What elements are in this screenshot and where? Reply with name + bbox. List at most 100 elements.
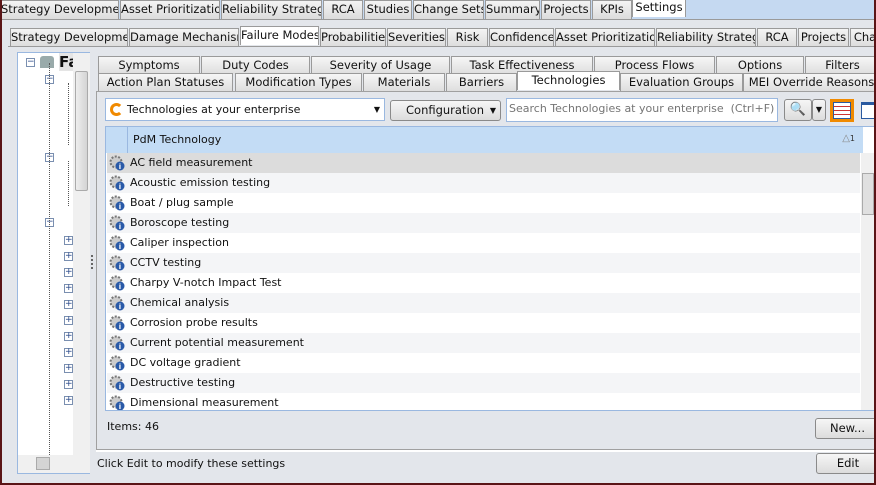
- svg-text:i: i: [119, 303, 121, 311]
- sort-ascending-icon: △1: [842, 133, 855, 144]
- grid-header[interactable]: PdM Technology △1: [106, 127, 863, 153]
- technology-info-icon: i: [109, 155, 125, 171]
- table-row[interactable]: i CCTV testing: [107, 253, 860, 273]
- search-options-dropdown[interactable]: ▼: [812, 99, 826, 121]
- search-icon: 🔍: [789, 102, 807, 117]
- sub-tab-evaluation-groups[interactable]: Evaluation Groups: [620, 73, 743, 91]
- tab-asset-prioritization[interactable]: Asset Prioritization: [120, 0, 220, 19]
- svg-text:i: i: [119, 323, 121, 331]
- table-row[interactable]: i Corrosion probe results: [107, 313, 860, 333]
- splitter[interactable]: [91, 255, 93, 269]
- tab-kpis[interactable]: KPIs: [592, 0, 632, 19]
- expand-icon[interactable]: +: [64, 300, 73, 309]
- technology-name: Destructive testing: [130, 376, 236, 389]
- settings-tab-failure-modes[interactable]: Failure Modes: [240, 26, 319, 45]
- technology-info-icon: i: [109, 275, 125, 291]
- table-row[interactable]: i Current potential measurement: [107, 333, 860, 353]
- expand-icon[interactable]: +: [64, 252, 73, 261]
- settings-tab-rca[interactable]: RCA: [757, 28, 797, 47]
- list-view-button[interactable]: [830, 99, 854, 122]
- table-row[interactable]: i Acoustic emission testing: [107, 173, 860, 193]
- technology-info-icon: i: [109, 395, 125, 411]
- technology-name: Charpy V-notch Impact Test: [130, 276, 282, 289]
- settings-tab-risk[interactable]: Risk: [447, 28, 488, 47]
- table-row[interactable]: i Boat / plug sample: [107, 193, 860, 213]
- card-view-button[interactable]: [858, 99, 876, 122]
- card-view-icon: [861, 102, 876, 119]
- expand-icon[interactable]: +: [64, 268, 73, 277]
- tab-reliability-strategy[interactable]: Reliability Strategy: [221, 0, 322, 19]
- technology-name: CCTV testing: [130, 256, 202, 269]
- tab-summary[interactable]: Summary: [485, 0, 540, 19]
- tab-strategy-development[interactable]: Strategy Development: [0, 0, 119, 19]
- expand-icon[interactable]: +: [64, 332, 73, 341]
- settings-tab-damage-mechanisms[interactable]: Damage Mechanisms: [129, 28, 239, 47]
- expand-icon[interactable]: +: [64, 284, 73, 293]
- sub-tab-filters[interactable]: Filters: [805, 56, 876, 74]
- scope-dropdown[interactable]: Technologies at your enterprise ▼: [105, 98, 385, 121]
- table-row[interactable]: i AC field measurement: [107, 153, 860, 173]
- table-row[interactable]: i Chemical analysis: [107, 293, 860, 313]
- settings-tab-reliability-strategy[interactable]: Reliability Strategy: [656, 28, 756, 47]
- expand-icon[interactable]: +: [64, 348, 73, 357]
- settings-tab-asset-prioritization[interactable]: Asset Prioritization: [555, 28, 655, 47]
- search-input[interactable]: [506, 98, 778, 122]
- tree-horizontal-scrollbar[interactable]: [18, 455, 90, 473]
- settings-tab-strategy-development[interactable]: Strategy Development: [10, 28, 128, 47]
- new-button[interactable]: New...: [815, 418, 876, 439]
- sub-tab-modification-types[interactable]: Modification Types: [235, 73, 362, 91]
- sub-tab-materials[interactable]: Materials: [363, 73, 445, 91]
- technology-name: Boroscope testing: [130, 216, 230, 229]
- expand-icon[interactable]: +: [64, 396, 73, 405]
- technology-name: Caliper inspection: [130, 236, 229, 249]
- sub-tab-symptoms[interactable]: Symptoms: [98, 56, 200, 74]
- settings-tab-confidence[interactable]: Confidence: [489, 28, 554, 47]
- technology-name: Dimensional measurement: [130, 396, 279, 409]
- technology-info-icon: i: [109, 235, 125, 251]
- column-header-pdm-technology[interactable]: PdM Technology: [133, 133, 221, 146]
- sub-tab-duty-codes[interactable]: Duty Codes: [201, 56, 310, 74]
- table-row[interactable]: i Caliper inspection: [107, 233, 860, 253]
- grid-vertical-scrollbar[interactable]: [861, 153, 875, 410]
- sub-tab-mei-override-reasons[interactable]: MEI Override Reasons: [743, 73, 876, 91]
- edit-button[interactable]: Edit: [816, 453, 876, 474]
- items-count: Items: 46: [107, 420, 159, 433]
- svg-text:i: i: [119, 203, 121, 211]
- scope-value: Technologies at your enterprise: [127, 103, 301, 116]
- configuration-button[interactable]: Configuration ▼: [390, 100, 501, 121]
- table-row[interactable]: i DC voltage gradient: [107, 353, 860, 373]
- expand-icon[interactable]: +: [64, 236, 73, 245]
- settings-tab-projects[interactable]: Projects: [798, 28, 849, 47]
- technology-name: Corrosion probe results: [130, 316, 258, 329]
- table-row[interactable]: i Dimensional measurement: [107, 393, 860, 411]
- svg-text:i: i: [119, 363, 121, 371]
- search-button[interactable]: 🔍: [784, 99, 812, 121]
- expand-icon[interactable]: +: [64, 364, 73, 373]
- tab-studies[interactable]: Studies: [364, 0, 412, 19]
- tab-projects[interactable]: Projects: [541, 0, 591, 19]
- collapse-icon[interactable]: −: [26, 58, 35, 67]
- table-row[interactable]: i Boroscope testing: [107, 213, 860, 233]
- expand-icon[interactable]: +: [64, 380, 73, 389]
- sub-tab-technologies[interactable]: Technologies: [517, 71, 620, 90]
- sub-tab-barriers[interactable]: Barriers: [446, 73, 517, 91]
- svg-text:i: i: [119, 263, 121, 271]
- sub-tab-action-plan-statuses[interactable]: Action Plan Statuses: [98, 73, 233, 91]
- tree-vertical-scrollbar[interactable]: [73, 53, 90, 455]
- table-row[interactable]: i Destructive testing: [107, 373, 860, 393]
- refresh-icon: [110, 103, 123, 116]
- technology-info-icon: i: [109, 315, 125, 331]
- tab-rca[interactable]: RCA: [323, 0, 363, 19]
- settings-tab-severities[interactable]: Severities: [387, 28, 446, 47]
- settings-tab-cha[interactable]: Cha: [850, 28, 876, 47]
- technology-info-icon: i: [109, 175, 125, 191]
- expand-icon[interactable]: +: [64, 316, 73, 325]
- sub-tab-severity-of-usage[interactable]: Severity of Usage: [311, 56, 450, 74]
- svg-text:i: i: [119, 403, 121, 411]
- sub-tab-options[interactable]: Options: [716, 56, 804, 74]
- tab-change-sets[interactable]: Change Sets: [413, 0, 484, 19]
- svg-text:i: i: [119, 343, 121, 351]
- tab-settings[interactable]: Settings: [632, 0, 686, 17]
- table-row[interactable]: i Charpy V-notch Impact Test: [107, 273, 860, 293]
- settings-tab-probabilities[interactable]: Probabilities: [320, 28, 386, 47]
